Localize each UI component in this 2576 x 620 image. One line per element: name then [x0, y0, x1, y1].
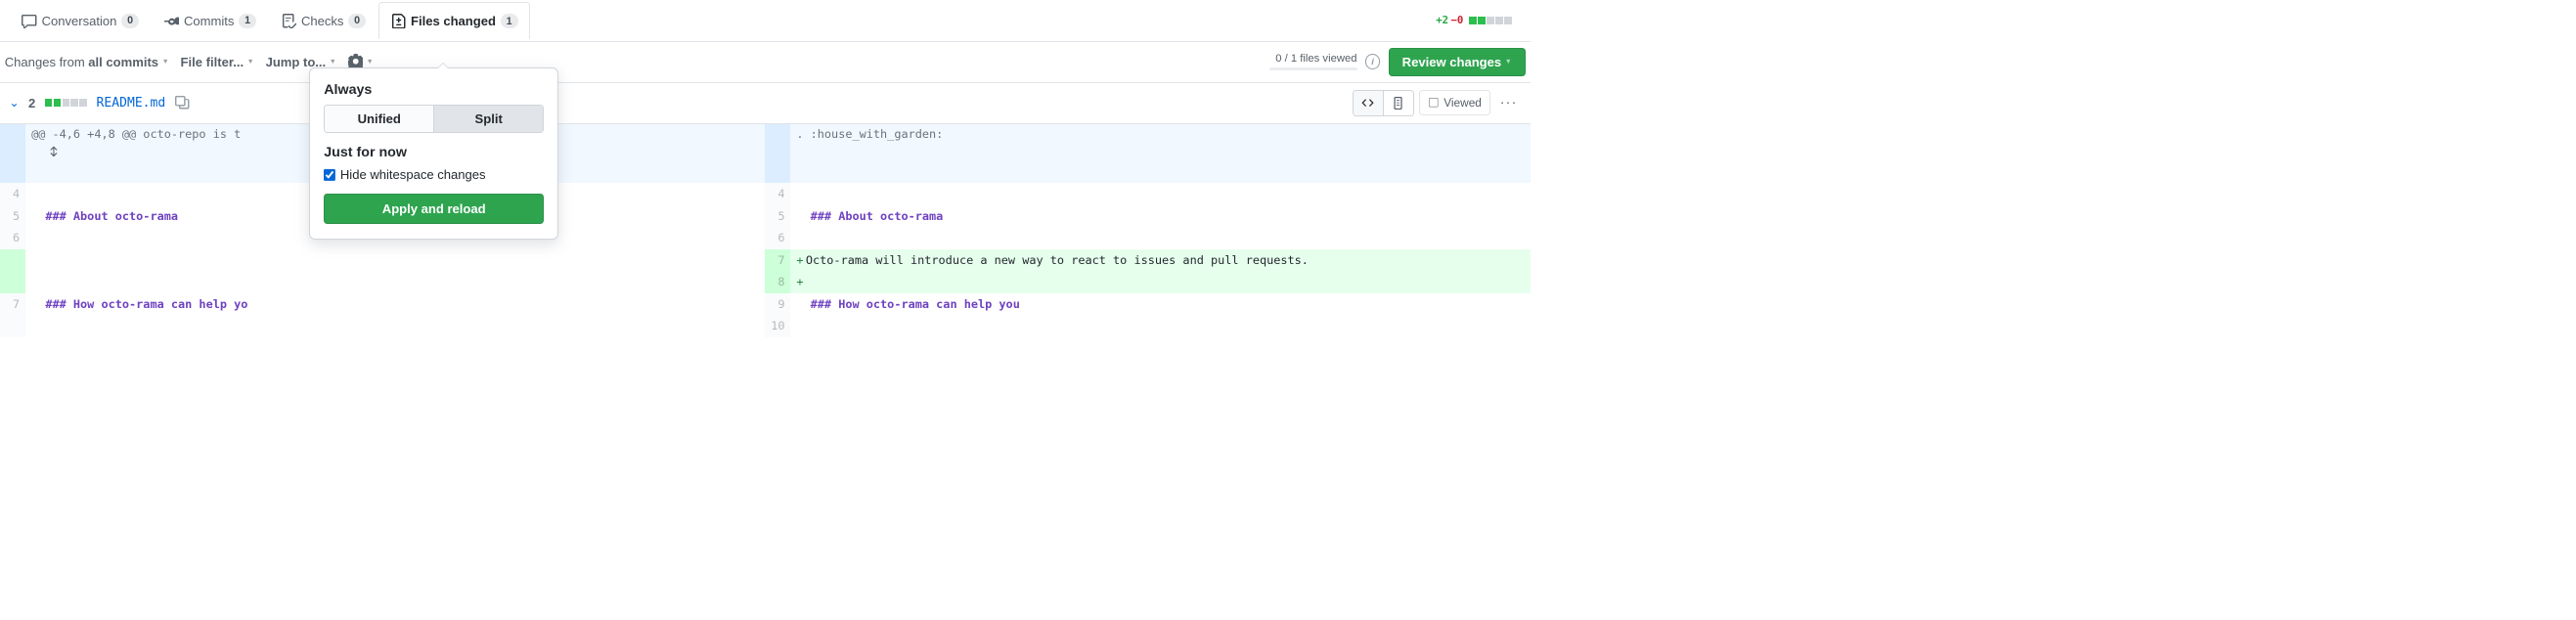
expand-hunk-icon[interactable]	[0, 124, 25, 184]
diff-row: 4 4	[0, 183, 1531, 205]
code-cell: ### About octo-rama	[790, 205, 1530, 228]
file-change-count: 2	[28, 96, 35, 111]
tab-label: Checks	[301, 14, 344, 28]
diff-row-addition: 8 +	[0, 272, 1531, 294]
review-changes-button[interactable]: Review changes ▼	[1389, 48, 1526, 76]
code-cell-empty	[25, 249, 765, 272]
viewed-input[interactable]	[1429, 98, 1440, 109]
line-number[interactable]: 5	[765, 205, 790, 228]
tab-label: Files changed	[411, 14, 496, 28]
diff-squares	[1469, 17, 1511, 24]
line-number[interactable]: 4	[765, 183, 790, 205]
rich-diff-button[interactable]	[1384, 91, 1413, 115]
caret-icon: ▼	[162, 58, 169, 66]
kebab-menu-icon[interactable]: ···	[1496, 92, 1521, 114]
line-number-empty	[0, 316, 25, 338]
code-cell: ### How octo-rama can help you	[790, 293, 1530, 316]
popover-heading-just-for-now: Just for now	[324, 145, 544, 160]
file-diff-bars	[45, 99, 87, 107]
diff-toolbar: Changes from all commits ▼ File filter..…	[0, 42, 1531, 82]
file-header: ⌄ 2 README.md Viewed ···	[0, 82, 1531, 124]
apply-and-reload-button[interactable]: Apply and reload	[324, 194, 544, 224]
code-cell	[790, 227, 1530, 249]
tab-label: Conversation	[42, 14, 117, 28]
diff-row: 10	[0, 316, 1531, 338]
caret-icon: ▼	[1505, 58, 1512, 66]
file-filter-dropdown[interactable]: File filter... ▼	[181, 55, 254, 69]
comment-icon	[22, 14, 36, 28]
copy-icon[interactable]	[175, 95, 190, 110]
tab-checks[interactable]: Checks 0	[269, 2, 378, 39]
tab-count: 0	[121, 14, 139, 27]
additions-count: +2	[1436, 14, 1448, 26]
collapse-chevron-icon[interactable]: ⌄	[10, 96, 20, 110]
progress-bar	[1269, 67, 1356, 71]
deletions-count: −0	[1450, 14, 1463, 26]
diff-layout-toggle: Unified Split	[324, 105, 544, 133]
hide-whitespace-row[interactable]: Hide whitespace changes	[324, 167, 544, 182]
pr-tabs: Conversation 0 Commits 1 Checks 0 Files …	[0, 0, 1531, 42]
hunk-header-row: @@ -4,6 +4,8 @@ octo-repo is t . :house_…	[0, 124, 1531, 184]
line-number[interactable]: 7	[765, 249, 790, 272]
commit-icon	[164, 14, 179, 28]
line-number[interactable]: 8	[765, 272, 790, 294]
code-cell	[25, 316, 765, 338]
info-icon[interactable]: i	[1365, 54, 1380, 68]
line-number[interactable]: 6	[765, 227, 790, 249]
line-number[interactable]: 4	[0, 183, 25, 205]
line-number-empty	[0, 249, 25, 272]
hunk-blank	[765, 124, 790, 184]
tab-count: 1	[501, 14, 518, 27]
toolbar-right: 0 / 1 files viewed i Review changes ▼	[1269, 48, 1525, 76]
diff-row: 5 ### About octo-rama 5 ### About octo-r…	[0, 205, 1531, 228]
files-viewed: 0 / 1 files viewed	[1269, 53, 1356, 70]
diff-row-addition: 7 +Octo-rama will introduce a new way to…	[0, 249, 1531, 272]
line-number[interactable]: 10	[765, 316, 790, 338]
tab-commits[interactable]: Commits 1	[152, 2, 269, 39]
diff-row: 7 ### How octo-rama can help yo 9 ### Ho…	[0, 293, 1531, 316]
checklist-icon	[282, 14, 296, 28]
caret-icon: ▼	[247, 58, 254, 66]
line-number[interactable]: 6	[0, 227, 25, 249]
diff-view-mode	[1353, 90, 1413, 116]
line-number[interactable]: 5	[0, 205, 25, 228]
file-icon	[1392, 97, 1404, 110]
hunk-text-right: . :house_with_garden:	[790, 124, 1530, 184]
tab-count: 0	[348, 14, 366, 27]
file-diff-icon	[391, 14, 406, 28]
line-number[interactable]: 9	[765, 293, 790, 316]
source-diff-button[interactable]	[1354, 91, 1384, 115]
code-cell	[790, 316, 1530, 338]
line-number-empty	[0, 272, 25, 294]
diff-settings-popover: Always Unified Split Just for now Hide w…	[309, 67, 558, 240]
file-header-left: ⌄ 2 README.md	[10, 95, 191, 110]
hide-whitespace-checkbox[interactable]	[324, 169, 335, 181]
diff-stats: +2 −0	[1436, 14, 1521, 26]
caret-icon: ▼	[367, 58, 374, 66]
tab-files-changed[interactable]: Files changed 1	[378, 2, 531, 39]
diff-table: @@ -4,6 +4,8 @@ octo-repo is t . :house_…	[0, 124, 1531, 338]
tab-conversation[interactable]: Conversation 0	[10, 2, 152, 39]
diff-row: 6 6	[0, 227, 1531, 249]
code-cell: +Octo-rama will introduce a new way to r…	[790, 249, 1530, 272]
tab-count: 1	[239, 14, 256, 27]
code-cell: ### How octo-rama can help yo	[25, 293, 765, 316]
split-button[interactable]: Split	[434, 106, 543, 132]
code-cell-empty	[25, 272, 765, 294]
popover-heading-always: Always	[324, 82, 544, 98]
code-cell	[790, 183, 1530, 205]
tab-label: Commits	[184, 14, 234, 28]
line-number[interactable]: 7	[0, 293, 25, 316]
code-cell: +	[790, 272, 1530, 294]
caret-icon: ▼	[330, 58, 336, 66]
changes-from-dropdown[interactable]: Changes from all commits ▼	[5, 55, 169, 69]
code-icon	[1361, 97, 1374, 110]
file-name[interactable]: README.md	[97, 96, 166, 111]
viewed-checkbox[interactable]: Viewed	[1419, 90, 1490, 115]
file-header-right: Viewed ···	[1353, 90, 1521, 116]
tabs-left: Conversation 0 Commits 1 Checks 0 Files …	[10, 2, 531, 39]
unified-button[interactable]: Unified	[325, 106, 434, 132]
